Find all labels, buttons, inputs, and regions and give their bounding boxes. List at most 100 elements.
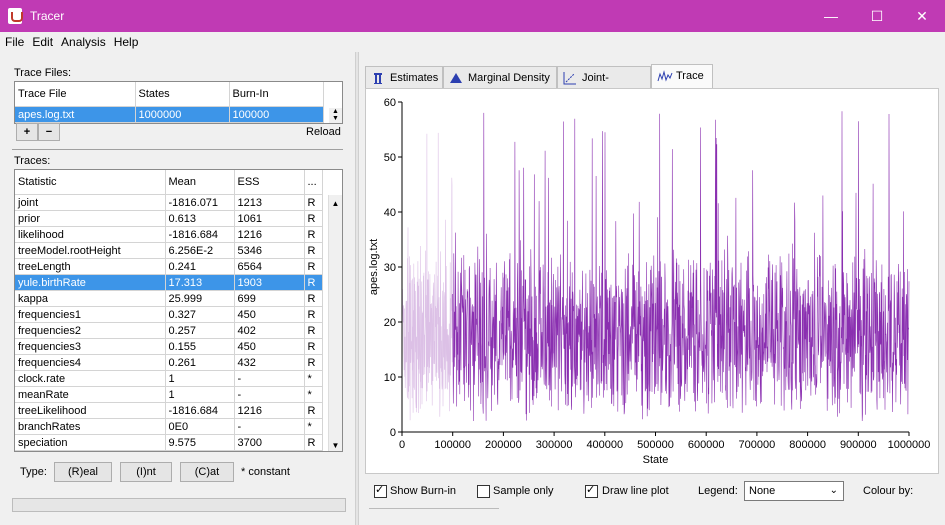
table-row[interactable]: treeLikelihood -1816.684 1216 R bbox=[15, 402, 323, 419]
column-header-statistic[interactable]: Statistic bbox=[15, 170, 166, 195]
ess-cell[interactable]: 3700 bbox=[234, 434, 305, 451]
trace-chart[interactable]: 0 10 20 30 40 50 60 0 100000 200000 300000 400000 50… bbox=[366, 89, 938, 473]
statistic-cell[interactable]: prior bbox=[15, 210, 166, 227]
column-header-ess[interactable]: ESS bbox=[234, 170, 305, 195]
mean-cell[interactable]: -1816.684 bbox=[165, 402, 235, 419]
burnin-cell[interactable]: 100000 bbox=[229, 106, 324, 123]
statistic-cell[interactable]: likelihood bbox=[15, 226, 166, 243]
type-cat-button[interactable]: (C)at bbox=[180, 462, 234, 482]
type-cell[interactable]: R bbox=[304, 194, 323, 211]
ess-cell[interactable]: 1213 bbox=[234, 194, 305, 211]
mean-cell[interactable]: 0.613 bbox=[165, 210, 235, 227]
scroll-up-icon[interactable]: ▲ bbox=[329, 199, 342, 208]
mean-cell[interactable]: 17.313 bbox=[165, 274, 235, 291]
mean-cell[interactable]: 0.327 bbox=[165, 306, 235, 323]
mean-cell[interactable]: -1816.684 bbox=[165, 226, 235, 243]
statistic-cell[interactable]: speciation bbox=[15, 434, 166, 451]
ess-cell[interactable]: 432 bbox=[234, 354, 305, 371]
mean-cell[interactable]: -1816.071 bbox=[165, 194, 235, 211]
type-cell[interactable]: R bbox=[304, 306, 323, 323]
type-cell[interactable]: R bbox=[304, 258, 323, 275]
table-row[interactable]: treeLength 0.241 6564 R bbox=[15, 258, 323, 275]
type-cell[interactable]: R bbox=[304, 242, 323, 259]
tab-marginal-density[interactable]: Marginal Density bbox=[443, 66, 557, 88]
statistic-cell[interactable]: treeLength bbox=[15, 258, 166, 275]
column-header-type[interactable]: ... bbox=[304, 170, 323, 195]
table-row[interactable]: treeModel.rootHeight 6.256E-2 5346 R bbox=[15, 242, 323, 259]
menu-analysis[interactable]: Analysis bbox=[56, 32, 109, 49]
trace-files-scrollbar[interactable]: ▲ ▼ bbox=[329, 108, 342, 123]
ess-cell[interactable]: 450 bbox=[234, 338, 305, 355]
ess-cell[interactable]: 1216 bbox=[234, 226, 305, 243]
table-row[interactable]: clock.rate 1- * bbox=[15, 370, 323, 387]
ess-cell[interactable]: 402 bbox=[234, 322, 305, 339]
sample-only-checkbox[interactable] bbox=[477, 485, 490, 498]
legend-select[interactable]: None ⌄ bbox=[744, 481, 844, 501]
draw-line-plot-checkbox[interactable] bbox=[585, 483, 598, 498]
column-header-burnin[interactable]: Burn-In bbox=[229, 82, 324, 107]
type-real-button[interactable]: (R)eal bbox=[54, 462, 112, 482]
type-cell[interactable]: * bbox=[304, 370, 323, 387]
ess-cell[interactable]: 1903 bbox=[234, 274, 305, 291]
table-row[interactable]: speciation 9.575 3700 R bbox=[15, 434, 323, 451]
ess-cell[interactable]: - bbox=[234, 386, 305, 403]
ess-cell[interactable]: 6564 bbox=[234, 258, 305, 275]
statistic-cell[interactable]: yule.birthRate bbox=[15, 274, 166, 291]
reload-button[interactable]: Reload bbox=[306, 126, 341, 138]
column-header-mean[interactable]: Mean bbox=[165, 170, 235, 195]
column-header-states[interactable]: States bbox=[135, 82, 230, 107]
maximize-button[interactable]: ☐ bbox=[854, 0, 900, 32]
mean-cell[interactable]: 1 bbox=[165, 370, 235, 387]
table-row[interactable]: joint -1816.071 1213 R bbox=[15, 194, 323, 211]
mean-cell[interactable]: 0.257 bbox=[165, 322, 235, 339]
ess-cell[interactable]: - bbox=[234, 370, 305, 387]
mean-cell[interactable]: 0.155 bbox=[165, 338, 235, 355]
type-cell[interactable]: R bbox=[304, 274, 323, 291]
statistic-cell[interactable]: frequencies1 bbox=[15, 306, 166, 323]
type-cell[interactable]: R bbox=[304, 354, 323, 371]
show-burnin-checkbox[interactable] bbox=[374, 483, 387, 498]
type-cell[interactable]: R bbox=[304, 338, 323, 355]
minimize-button[interactable]: — bbox=[808, 0, 854, 32]
statistic-cell[interactable]: branchRates bbox=[15, 418, 166, 435]
table-row[interactable]: frequencies2 0.257 402 R bbox=[15, 322, 323, 339]
type-cell[interactable]: R bbox=[304, 434, 323, 451]
states-cell[interactable]: 1000000 bbox=[135, 106, 230, 123]
table-row[interactable]: frequencies1 0.327 450 R bbox=[15, 306, 323, 323]
traces-scrollbar[interactable]: ▲ ▼ bbox=[328, 195, 342, 451]
table-row[interactable]: prior 0.613 1061 R bbox=[15, 210, 323, 227]
tab-trace[interactable]: Trace bbox=[651, 64, 713, 88]
statistic-cell[interactable]: frequencies3 bbox=[15, 338, 166, 355]
ess-cell[interactable]: 5346 bbox=[234, 242, 305, 259]
type-cell[interactable]: R bbox=[304, 226, 323, 243]
statistic-cell[interactable]: treeLikelihood bbox=[15, 402, 166, 419]
table-row[interactable]: kappa 25.999 699 R bbox=[15, 290, 323, 307]
type-cell[interactable]: R bbox=[304, 210, 323, 227]
tab-estimates[interactable]: Estimates bbox=[365, 66, 443, 88]
type-cell[interactable]: * bbox=[304, 418, 323, 435]
mean-cell[interactable]: 25.999 bbox=[165, 290, 235, 307]
close-button[interactable]: ✕ bbox=[899, 0, 945, 32]
statistic-cell[interactable]: treeModel.rootHeight bbox=[15, 242, 166, 259]
mean-cell[interactable]: 9.575 bbox=[165, 434, 235, 451]
type-cell[interactable]: R bbox=[304, 290, 323, 307]
mean-cell[interactable]: 0E0 bbox=[165, 418, 235, 435]
ess-cell[interactable]: 699 bbox=[234, 290, 305, 307]
mean-cell[interactable]: 0.241 bbox=[165, 258, 235, 275]
table-row[interactable]: yule.birthRate 17.313 1903 R bbox=[15, 274, 323, 291]
statistic-cell[interactable]: frequencies4 bbox=[15, 354, 166, 371]
table-row[interactable]: branchRates 0E0- * bbox=[15, 418, 323, 435]
table-row[interactable]: frequencies4 0.261 432 R bbox=[15, 354, 323, 371]
menu-edit[interactable]: Edit bbox=[27, 32, 56, 49]
mean-cell[interactable]: 1 bbox=[165, 386, 235, 403]
ess-cell[interactable]: - bbox=[234, 418, 305, 435]
statistic-cell[interactable]: frequencies2 bbox=[15, 322, 166, 339]
add-trace-file-button[interactable]: + bbox=[16, 123, 38, 141]
statistic-cell[interactable]: joint bbox=[15, 194, 166, 211]
statistic-cell[interactable]: meanRate bbox=[15, 386, 166, 403]
ess-cell[interactable]: 1061 bbox=[234, 210, 305, 227]
trace-file-cell[interactable]: apes.log.txt bbox=[15, 106, 136, 123]
table-row[interactable]: likelihood -1816.684 1216 R bbox=[15, 226, 323, 243]
statistic-cell[interactable]: kappa bbox=[15, 290, 166, 307]
ess-cell[interactable]: 450 bbox=[234, 306, 305, 323]
